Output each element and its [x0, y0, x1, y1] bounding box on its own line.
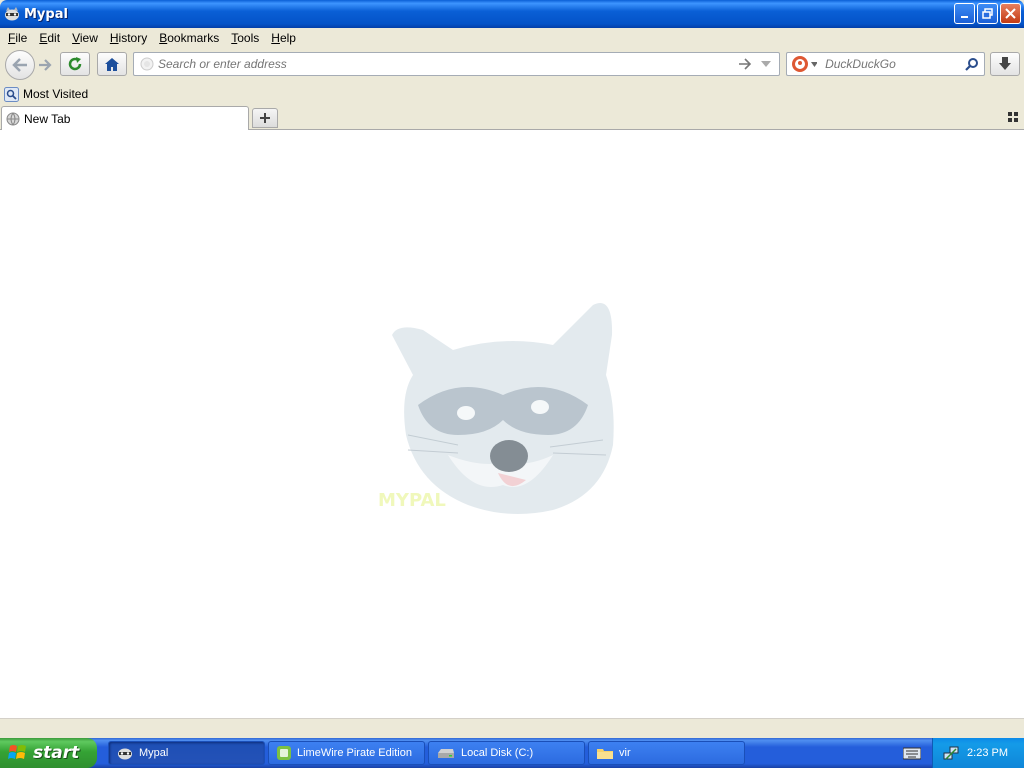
home-button[interactable]	[97, 52, 127, 76]
download-icon	[999, 57, 1011, 70]
title-bar[interactable]: Mypal	[0, 0, 1024, 28]
reload-icon	[68, 57, 82, 71]
taskbar-item-label: vir	[619, 747, 631, 759]
menu-history[interactable]: History	[104, 31, 153, 45]
search-input[interactable]	[825, 57, 966, 71]
page-content[interactable]: MYPAL	[0, 130, 1024, 718]
mypal-app-icon[interactable]	[4, 6, 20, 22]
menu-edit[interactable]: Edit	[33, 31, 66, 45]
bookmark-most-visited[interactable]: Most Visited	[4, 86, 89, 102]
keyboard-icon[interactable]	[903, 746, 921, 760]
taskbar-item-vir[interactable]: vir	[588, 741, 745, 765]
bookmark-label: Most Visited	[23, 87, 89, 101]
forward-button[interactable]	[34, 54, 56, 76]
all-tabs-icon[interactable]	[1008, 112, 1018, 122]
minimize-icon	[960, 15, 968, 18]
clock[interactable]: 2:23 PM	[967, 747, 1008, 759]
close-icon	[1005, 8, 1016, 19]
downloads-button[interactable]	[990, 52, 1020, 76]
url-input[interactable]	[158, 57, 728, 71]
status-bar	[0, 718, 1024, 738]
window-title: Mypal	[24, 6, 68, 22]
drive-icon	[438, 749, 454, 758]
url-bar[interactable]	[133, 52, 780, 76]
back-button[interactable]	[5, 50, 35, 80]
restore-icon	[982, 8, 993, 19]
tab-new-tab[interactable]: New Tab	[1, 106, 249, 130]
taskbar-item-mypal[interactable]: Mypal	[108, 741, 265, 765]
taskbar: start Mypal LimeWire Pirate Edition Loca…	[0, 738, 1024, 768]
home-icon	[105, 57, 119, 71]
limewire-icon	[277, 746, 291, 760]
duckduckgo-icon[interactable]	[791, 55, 808, 73]
mypal-icon	[118, 748, 132, 760]
search-icon[interactable]	[965, 57, 978, 71]
logo-text: MYPAL	[378, 490, 446, 511]
page-identity-icon	[140, 57, 154, 71]
minimize-button[interactable]	[954, 3, 975, 24]
menu-bookmarks[interactable]: Bookmarks	[153, 31, 225, 45]
tab-strip: New Tab	[0, 104, 1024, 130]
system-tray: 2:23 PM	[932, 738, 1024, 768]
new-tab-button[interactable]	[252, 108, 278, 128]
start-label: start	[33, 743, 80, 763]
mypal-raccoon-logo: MYPAL	[378, 303, 614, 514]
navigation-toolbar	[0, 48, 1024, 82]
forward-arrow-icon	[39, 59, 52, 71]
most-visited-icon	[4, 86, 19, 102]
bookmarks-toolbar: Most Visited	[0, 84, 1024, 104]
taskbar-item-label: LimeWire Pirate Edition	[297, 747, 412, 759]
network-icon[interactable]	[943, 745, 959, 761]
menu-bar: File Edit View History Bookmarks Tools H…	[0, 28, 1024, 48]
globe-icon	[6, 112, 20, 125]
taskbar-item-limewire[interactable]: LimeWire Pirate Edition	[268, 741, 425, 765]
tab-label: New Tab	[24, 111, 71, 126]
windows-logo-icon	[8, 745, 26, 759]
taskbar-item-local-disk[interactable]: Local Disk (C:)	[428, 741, 585, 765]
taskbar-item-label: Local Disk (C:)	[461, 747, 534, 759]
taskbar-item-label: Mypal	[139, 747, 169, 759]
reload-button[interactable]	[60, 52, 90, 76]
close-button[interactable]	[1000, 3, 1021, 24]
plus-icon	[260, 113, 270, 123]
restore-button[interactable]	[977, 3, 998, 24]
engine-dropdown-icon[interactable]	[810, 61, 818, 67]
url-dropdown-icon[interactable]	[760, 60, 772, 68]
menu-file[interactable]: File	[2, 31, 33, 45]
folder-icon	[597, 749, 613, 759]
menu-tools[interactable]: Tools	[225, 31, 265, 45]
start-button[interactable]: start	[0, 738, 97, 768]
menu-help[interactable]: Help	[265, 31, 302, 45]
search-bar[interactable]	[786, 52, 985, 76]
go-arrow-icon[interactable]	[738, 58, 752, 70]
back-arrow-icon	[12, 58, 27, 72]
menu-view[interactable]: View	[66, 31, 104, 45]
